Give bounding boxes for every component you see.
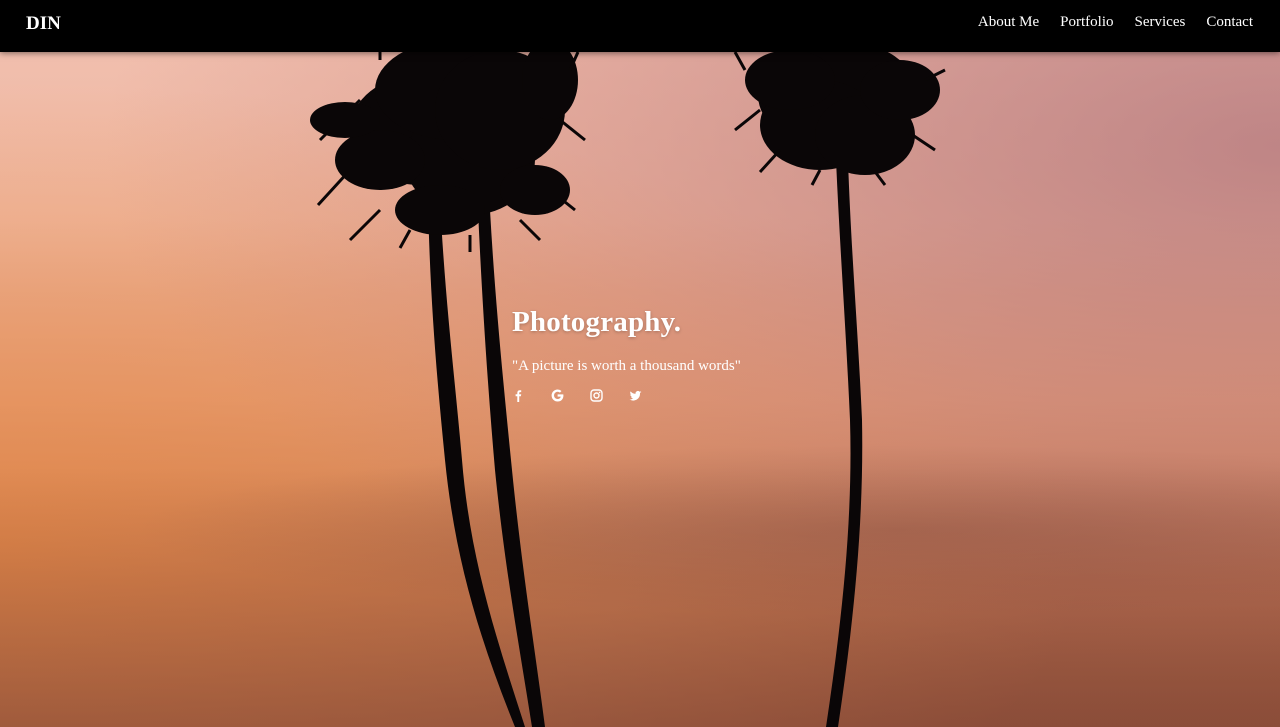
- hero-page: DIN About Me Portfolio Services Contact …: [0, 0, 1280, 727]
- social-links: [512, 389, 741, 402]
- nav-links: About Me Portfolio Services Contact: [978, 14, 1253, 31]
- nav-link-about-me[interactable]: About Me: [978, 14, 1039, 31]
- left-palm-crowns: [310, 40, 578, 235]
- nav-link-contact[interactable]: Contact: [1206, 14, 1253, 31]
- twitter-icon[interactable]: [629, 389, 642, 402]
- top-navbar: DIN About Me Portfolio Services Contact: [0, 0, 1280, 52]
- instagram-icon[interactable]: [590, 389, 603, 402]
- hero-quote: "A picture is worth a thousand words": [512, 358, 741, 374]
- google-icon[interactable]: [551, 389, 564, 402]
- nav-link-portfolio[interactable]: Portfolio: [1060, 14, 1113, 31]
- hero-title: Photography.: [512, 306, 682, 338]
- right-palm-trunk: [826, 160, 863, 727]
- hero-content: Photography. "A picture is worth a thous…: [512, 306, 741, 402]
- nav-link-services[interactable]: Services: [1135, 14, 1186, 31]
- facebook-icon[interactable]: [512, 389, 525, 402]
- brand-logo[interactable]: DIN: [26, 13, 61, 35]
